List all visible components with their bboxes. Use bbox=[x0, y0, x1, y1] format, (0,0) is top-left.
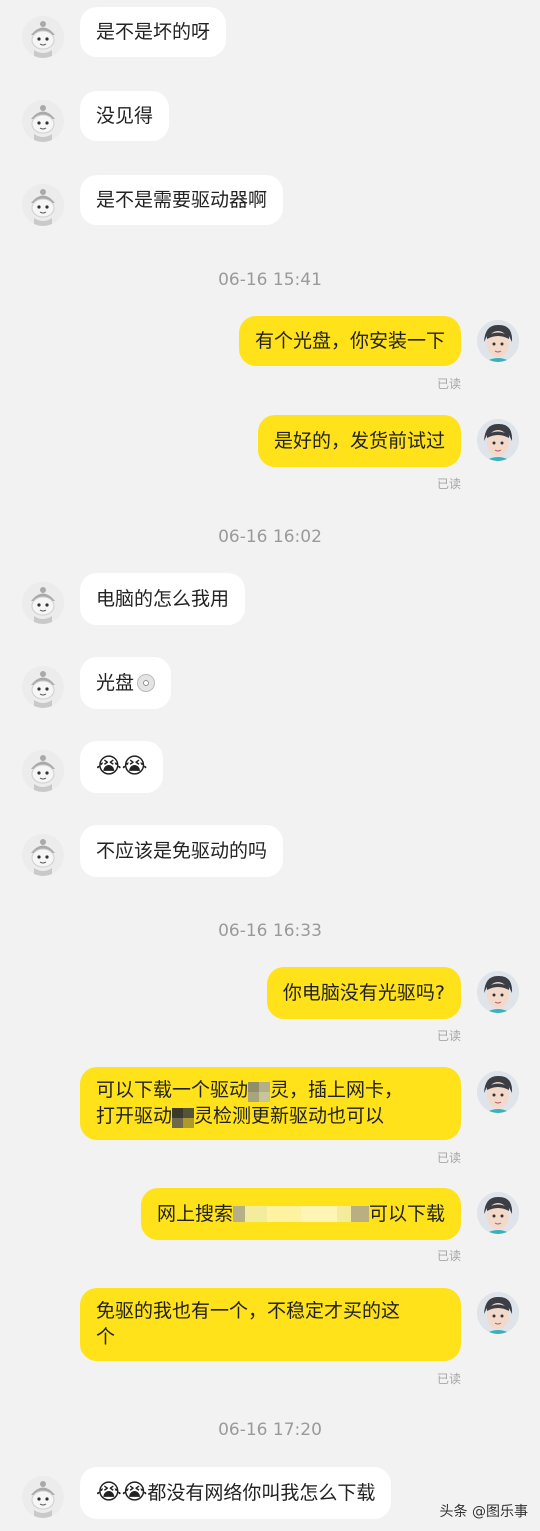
message-text: 网上搜索 bbox=[156, 1203, 233, 1225]
crying-emoji-icon: 😭😭 bbox=[96, 754, 148, 779]
message-row: 是不是需要驱动器啊 bbox=[0, 175, 540, 226]
read-status: 已读 bbox=[436, 1029, 461, 1043]
message-text: 灵，插上网卡， bbox=[270, 1079, 404, 1101]
seller-avatar[interactable] bbox=[477, 1292, 519, 1334]
censor-mosaic bbox=[248, 1081, 271, 1102]
crying-emoji-icon: 😭😭 bbox=[96, 1480, 148, 1505]
message-bubble[interactable]: 光盘 bbox=[80, 657, 172, 709]
message-text: 可以下载一个驱动 bbox=[96, 1079, 249, 1101]
message-bubble[interactable]: 是好的，发货前试过 bbox=[257, 415, 461, 467]
user-avatar[interactable] bbox=[22, 750, 64, 792]
message-bubble[interactable]: 电脑的怎么我用 bbox=[80, 573, 246, 625]
seller-avatar[interactable] bbox=[477, 320, 519, 362]
read-status: 已读 bbox=[436, 1372, 461, 1386]
user-avatar[interactable] bbox=[22, 834, 64, 876]
read-status: 已读 bbox=[436, 477, 461, 491]
censor-mosaic bbox=[232, 1206, 369, 1222]
message-bubble[interactable]: 不应该是免驱动的吗 bbox=[80, 825, 284, 877]
message-row: 是不是坏的呀 bbox=[0, 7, 540, 58]
message-bubble[interactable]: 是不是坏的呀 bbox=[80, 7, 227, 57]
user-avatar[interactable] bbox=[22, 184, 64, 226]
user-avatar[interactable] bbox=[22, 1476, 64, 1518]
message-bubble[interactable]: 😭😭 都没有网络你叫我怎么下载 bbox=[80, 1467, 392, 1519]
seller-avatar[interactable] bbox=[477, 971, 519, 1013]
message-row: 😭😭 bbox=[0, 741, 540, 793]
message-bubble[interactable]: 有个光盘，你安装一下 bbox=[238, 316, 461, 366]
message-line: 免驱的我也有一个，不稳定才买的这 bbox=[96, 1300, 401, 1322]
seller-avatar[interactable] bbox=[477, 1192, 519, 1234]
message-row: 是好的，发货前试过 已读 bbox=[0, 415, 540, 492]
message-bubble[interactable]: 没见得 bbox=[80, 91, 170, 141]
read-status: 已读 bbox=[436, 1151, 461, 1165]
message-line: 个 bbox=[96, 1326, 116, 1348]
message-bubble[interactable]: 可以下载一个驱动 灵，插上网卡， 打开驱动 灵检测更新驱动也可以 bbox=[80, 1067, 461, 1140]
cd-disc-icon bbox=[137, 674, 156, 692]
user-avatar[interactable] bbox=[22, 16, 64, 58]
timestamp: 06-16 15:41 bbox=[218, 270, 322, 290]
seller-avatar[interactable] bbox=[477, 419, 519, 461]
message-bubble[interactable]: 网上搜索 可以下载 bbox=[140, 1188, 461, 1240]
message-row: 免驱的我也有一个，不稳定才买的这 个 已读 bbox=[0, 1288, 540, 1388]
seller-avatar[interactable] bbox=[477, 1071, 519, 1113]
user-avatar[interactable] bbox=[22, 582, 64, 624]
read-status: 已读 bbox=[436, 1249, 461, 1263]
message-row: 可以下载一个驱动 灵，插上网卡， 打开驱动 灵检测更新驱动也可以 已读 bbox=[0, 1067, 540, 1167]
message-row: 电脑的怎么我用 bbox=[0, 573, 540, 625]
watermark: 头条 @图乐事 bbox=[439, 1504, 528, 1520]
censor-mosaic bbox=[172, 1107, 195, 1128]
user-avatar[interactable] bbox=[22, 666, 64, 708]
message-bubble[interactable]: 😭😭 bbox=[80, 741, 164, 793]
message-bubble[interactable]: 免驱的我也有一个，不稳定才买的这 个 bbox=[80, 1288, 461, 1361]
message-line: 可以下载一个驱动 灵，插上网卡， bbox=[96, 1077, 403, 1103]
timestamp: 06-16 16:02 bbox=[218, 527, 322, 547]
timestamp: 06-16 16:33 bbox=[218, 921, 322, 941]
read-status: 已读 bbox=[436, 377, 461, 391]
message-row: 不应该是免驱动的吗 bbox=[0, 825, 540, 877]
message-text: 灵检测更新驱动也可以 bbox=[194, 1105, 385, 1127]
message-line: 打开驱动 灵检测更新驱动也可以 bbox=[96, 1103, 384, 1129]
message-text: 都没有网络你叫我怎么下载 bbox=[147, 1482, 376, 1504]
timestamp: 06-16 17:20 bbox=[218, 1420, 322, 1440]
message-row: 没见得 bbox=[0, 91, 540, 142]
message-text: 光盘 bbox=[96, 672, 135, 694]
message-text: 可以下载 bbox=[368, 1203, 445, 1225]
message-bubble[interactable]: 是不是需要驱动器啊 bbox=[80, 175, 284, 225]
message-row: 光盘 bbox=[0, 657, 540, 709]
message-row: 你电脑没有光驱吗? 已读 bbox=[0, 967, 540, 1043]
message-row: 有个光盘，你安装一下 已读 bbox=[0, 316, 540, 392]
user-avatar[interactable] bbox=[22, 100, 64, 142]
message-row: 网上搜索 可以下载 已读 bbox=[0, 1188, 540, 1264]
message-bubble[interactable]: 你电脑没有光驱吗? bbox=[266, 967, 461, 1019]
message-text: 打开驱动 bbox=[96, 1105, 173, 1127]
